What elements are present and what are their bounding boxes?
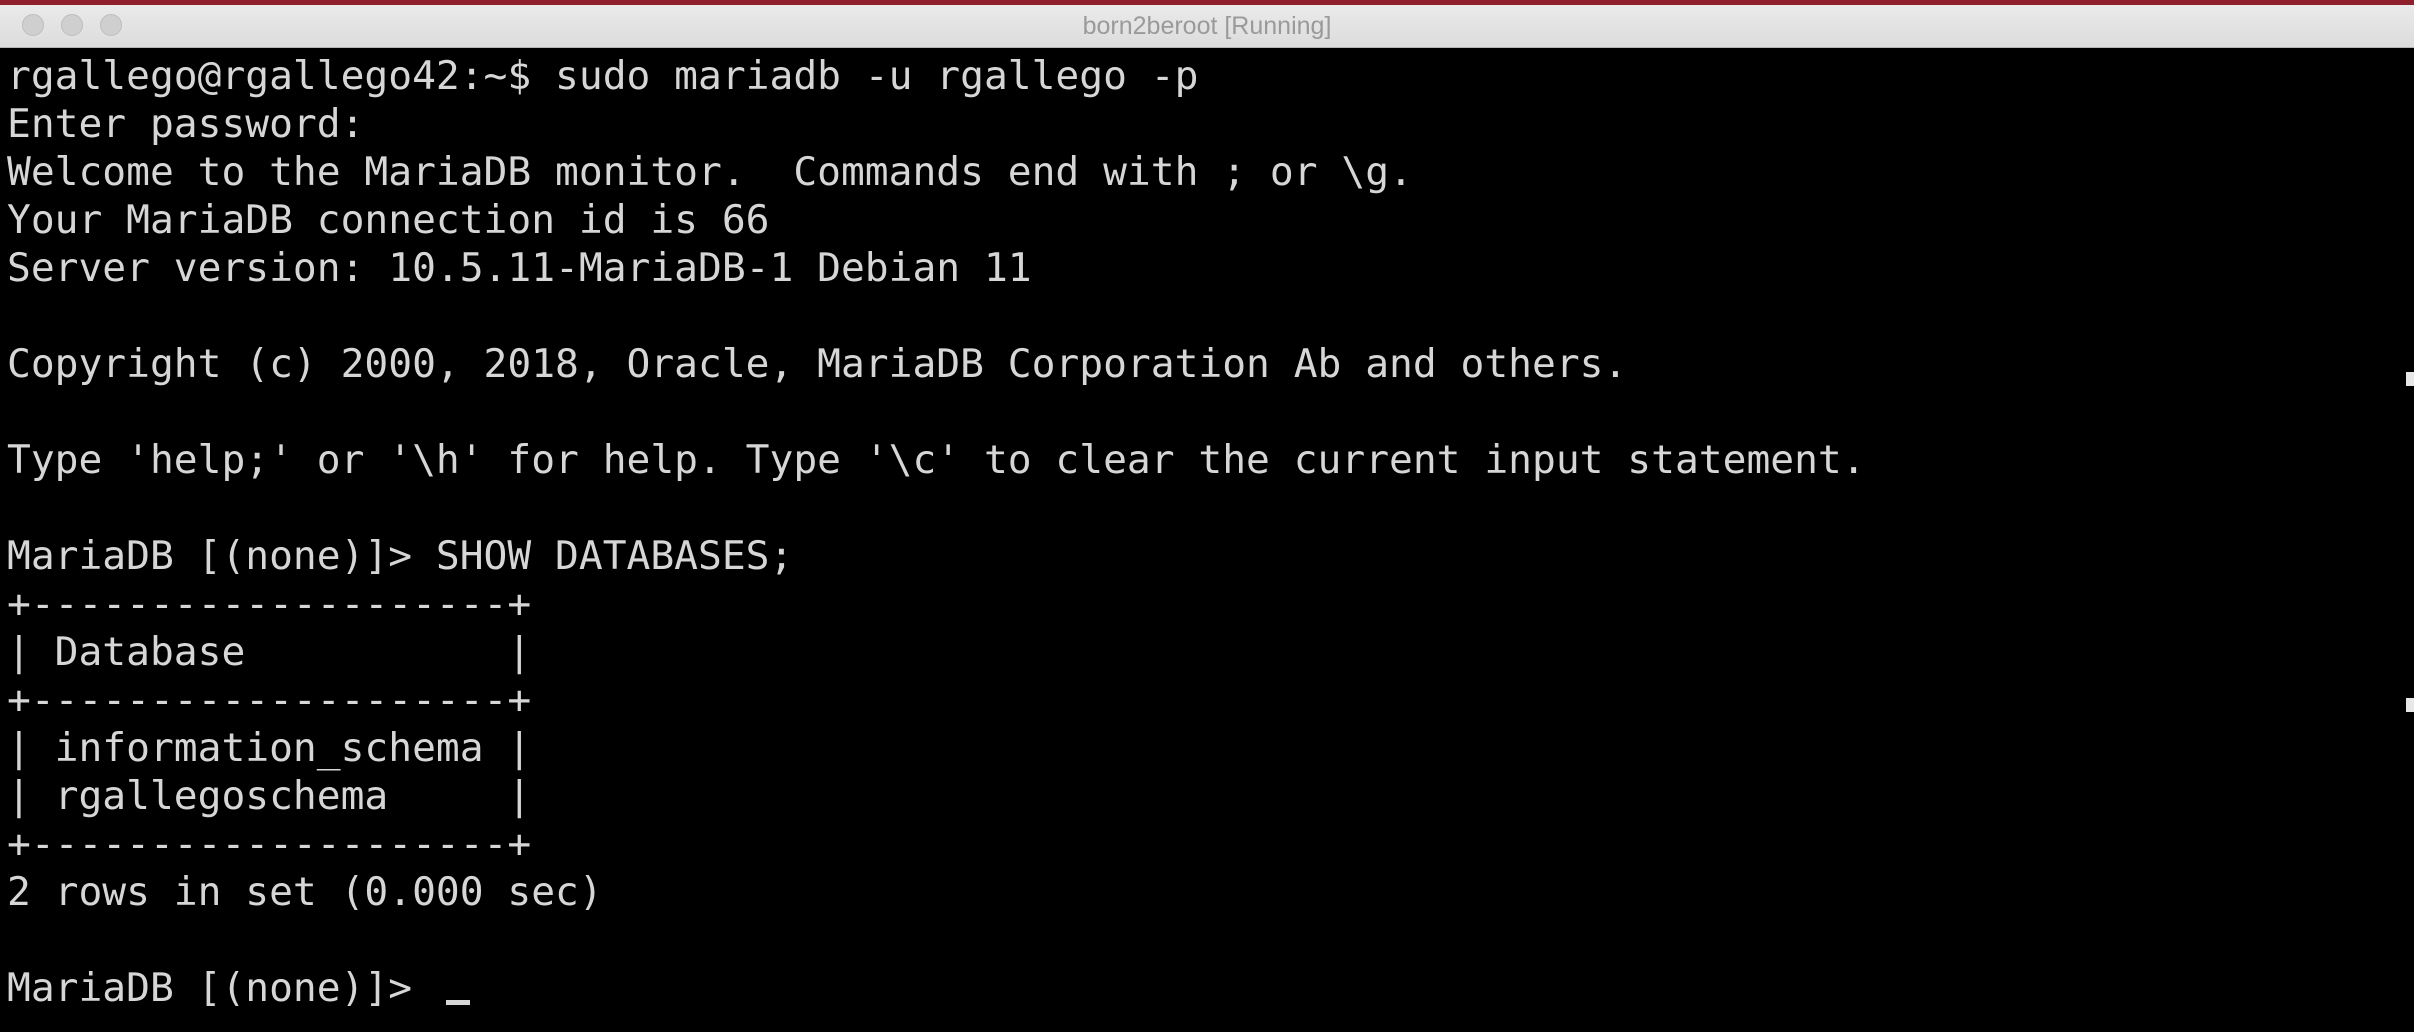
terminal-line: Welcome to the MariaDB monitor. Commands… (7, 149, 1413, 195)
terminal-line: MariaDB [(none)]> SHOW DATABASES; (7, 533, 794, 579)
terminal-line: Server version: 10.5.11-MariaDB-1 Debian… (7, 245, 1032, 291)
terminal-line: | Database | (7, 629, 532, 675)
terminal-line: | information_schema | (7, 725, 532, 771)
terminal-line: Your MariaDB connection id is 66 (7, 197, 770, 243)
terminal-prompt: MariaDB [(none)]> (7, 965, 436, 1011)
vm-window: born2beroot [Running] rgallego@rgallego4… (0, 0, 2414, 1032)
terminal-line: Type 'help;' or '\h' for help. Type '\c'… (7, 437, 1866, 483)
title-bar[interactable]: born2beroot [Running] (0, 0, 2414, 48)
terminal-line: +--------------------+ (7, 677, 532, 723)
terminal-screen[interactable]: rgallego@rgallego42:~$ sudo mariadb -u r… (0, 48, 2414, 1032)
terminal-line: Copyright (c) 2000, 2018, Oracle, MariaD… (7, 341, 1628, 387)
terminal-line: Enter password: (7, 101, 365, 147)
window-title: born2beroot [Running] (1082, 12, 1332, 40)
text-cursor (445, 1000, 470, 1005)
terminal-line: 2 rows in set (0.000 sec) (7, 869, 603, 915)
edge-mark (2406, 372, 2414, 386)
terminal-line: +--------------------+ (7, 581, 532, 627)
terminal-line: rgallego@rgallego42:~$ sudo mariadb -u r… (7, 53, 1199, 99)
terminal-line: | rgallegoschema | (7, 773, 532, 819)
terminal-prompt-line[interactable]: MariaDB [(none)]> (7, 964, 470, 1012)
title-bar-accent (0, 0, 2414, 5)
edge-mark (2406, 698, 2414, 712)
terminal-line: +--------------------+ (7, 821, 532, 867)
